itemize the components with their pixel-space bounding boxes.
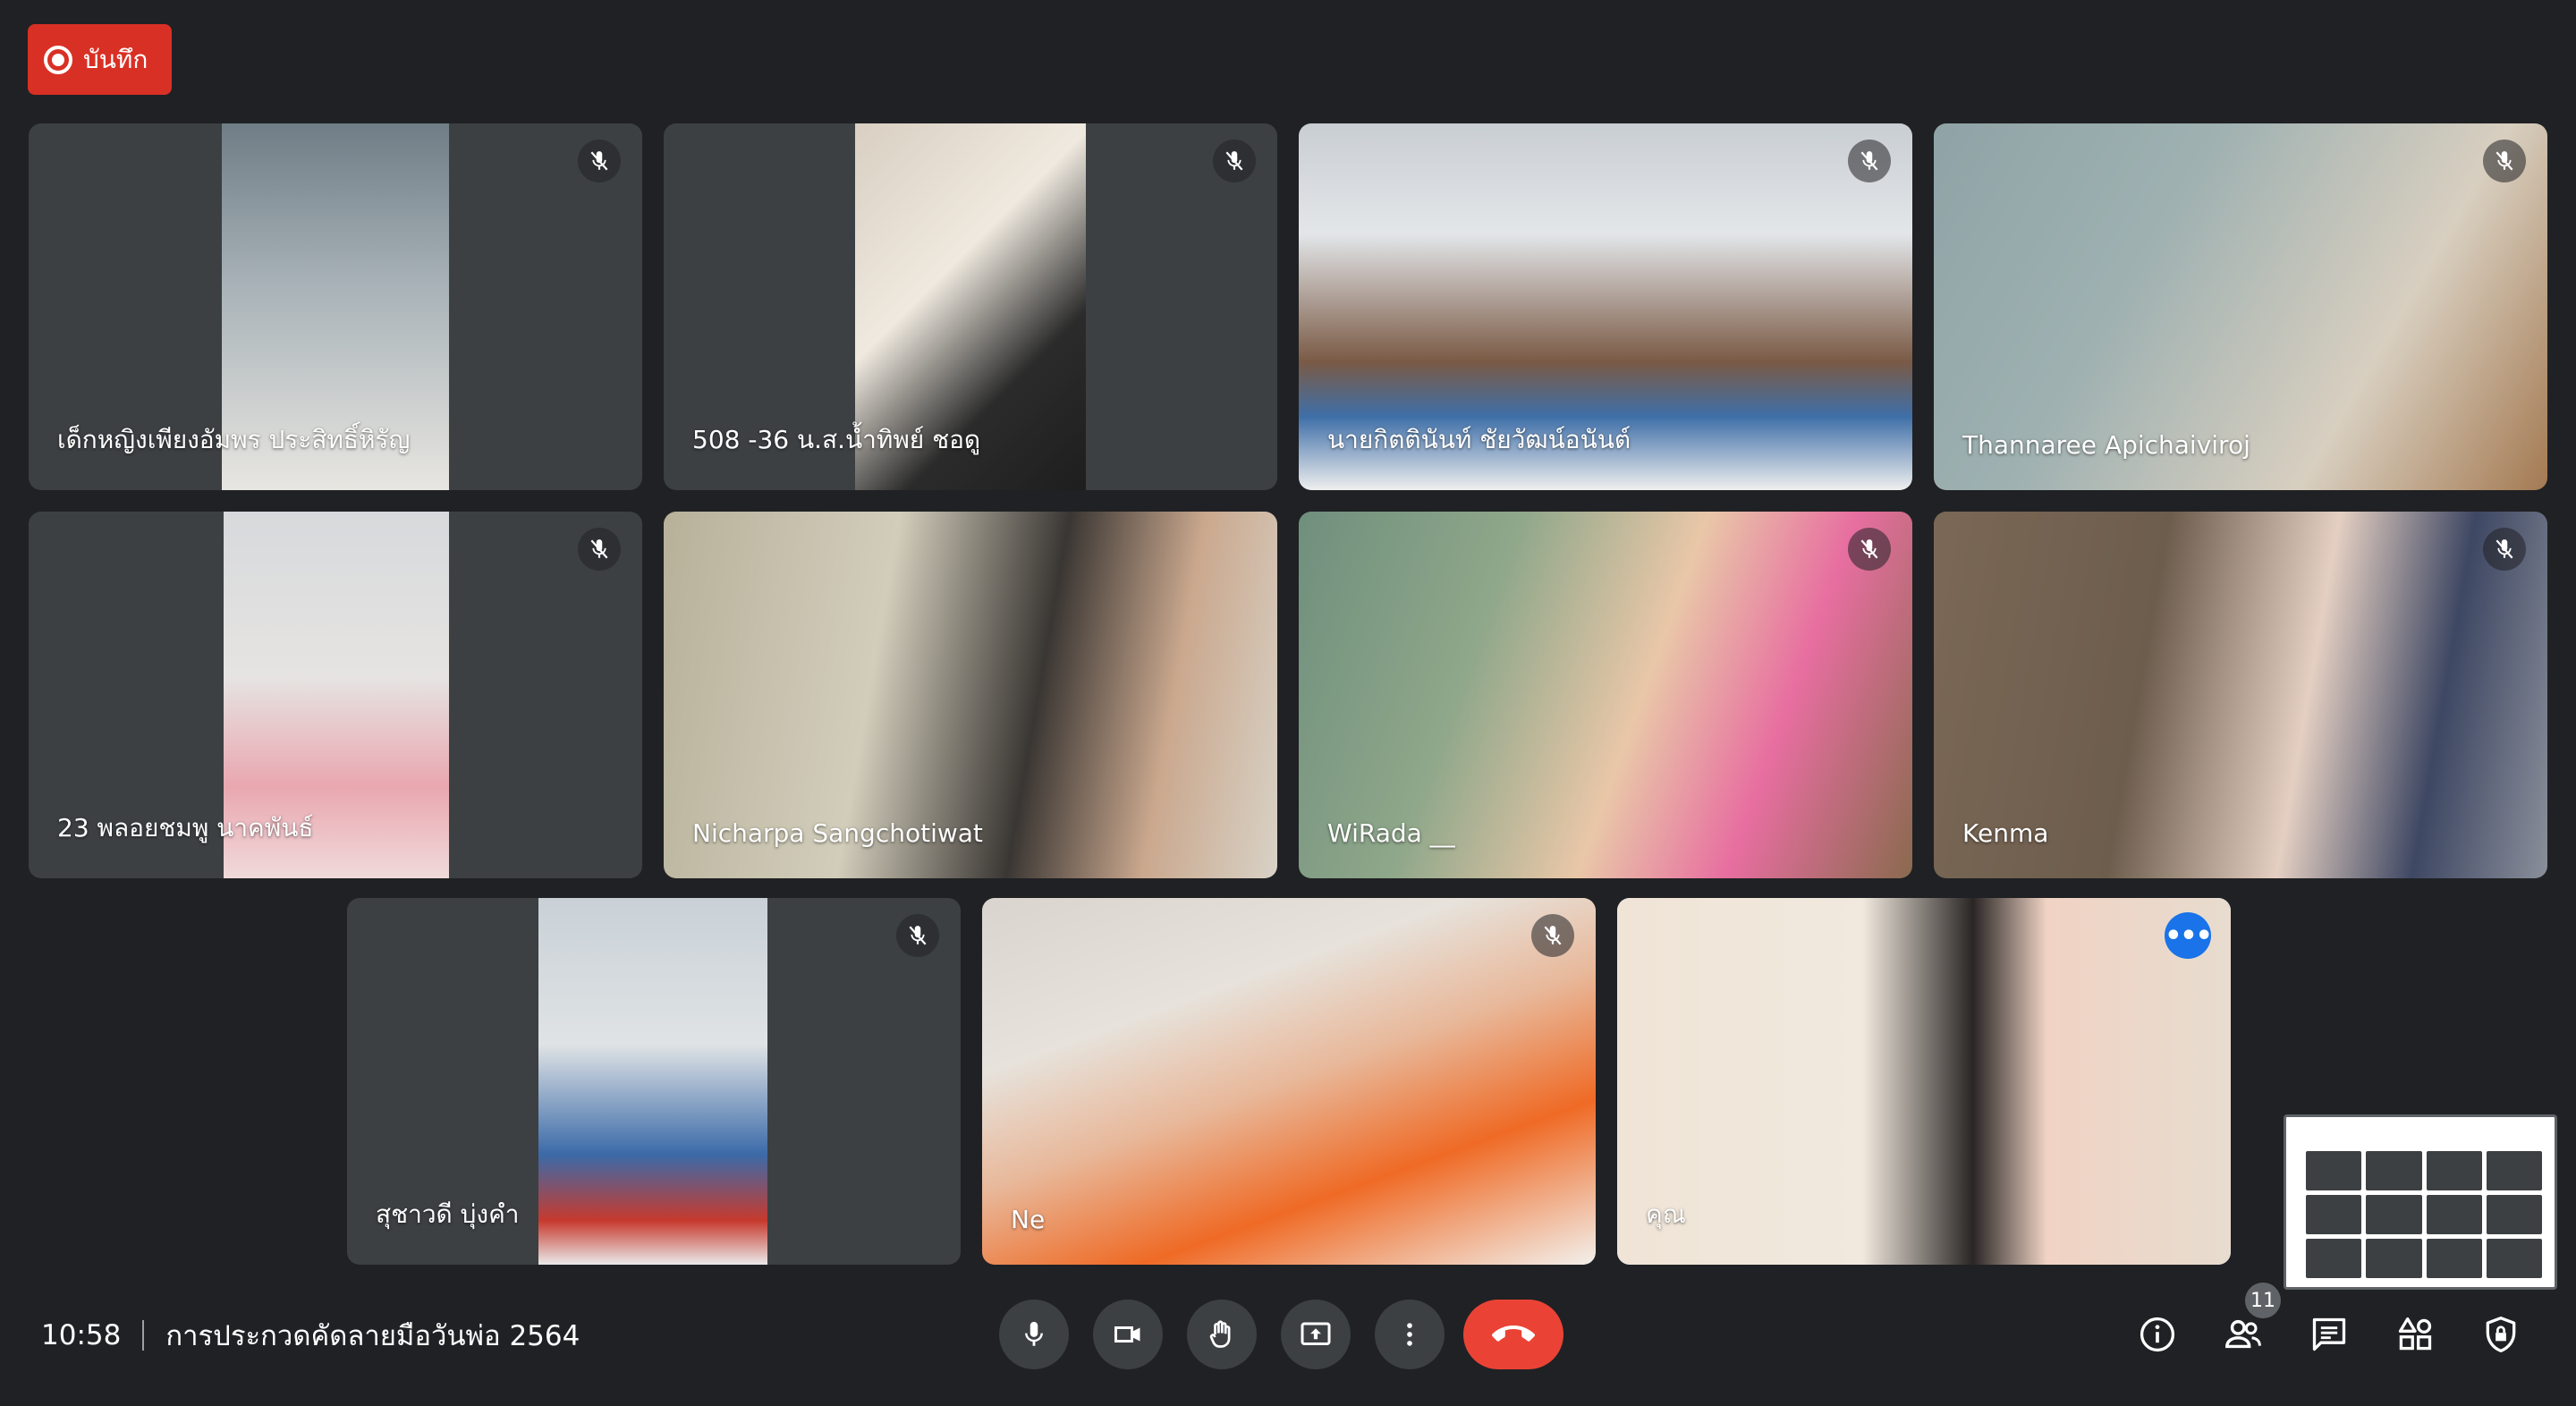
chat-button[interactable]	[2305, 1310, 2353, 1359]
mic-off-icon	[578, 140, 621, 182]
mic-off-icon	[896, 914, 939, 957]
activities-icon	[2398, 1317, 2432, 1351]
mic-off-icon	[1848, 528, 1891, 571]
info-icon	[2140, 1317, 2175, 1352]
participant-tile[interactable]: Nicharpa Sangchotiwat	[664, 512, 1277, 878]
participant-name: สุชาวดี บุ่งคำ	[376, 1199, 520, 1229]
more-options-icon[interactable]: •••	[2165, 912, 2213, 959]
participant-tile[interactable]: Kenma	[1934, 512, 2547, 878]
participant-name: Nicharpa Sangchotiwat	[692, 818, 983, 848]
participant-tile[interactable]: WiRada __	[1299, 512, 1912, 878]
mic-off-icon	[578, 528, 621, 571]
participant-video	[1617, 898, 2231, 1265]
shield-lock-icon	[2486, 1317, 2516, 1352]
participant-tile[interactable]: เด็กหญิงเพียงอัมพร ประสิทธิ์หิรัญ	[29, 123, 642, 490]
participant-name: Ne	[1011, 1205, 1046, 1234]
mic-off-icon	[1213, 140, 1256, 182]
participant-tile[interactable]: นายกิตตินันท์ ชัยวัฒน์อนันต์	[1299, 123, 1912, 490]
participant-name: Kenma	[1962, 818, 2049, 848]
meeting-info: 10:58 การประกวดคัดลายมือวันพ่อ 2564	[41, 1313, 580, 1358]
recording-indicator[interactable]: บันทึก	[28, 24, 172, 95]
self-tile[interactable]: ••• คุณ	[1617, 898, 2231, 1265]
participant-tile[interactable]: 23 พลอยชมพู นาคพันธ์	[29, 512, 642, 878]
chat-icon	[2312, 1317, 2346, 1351]
participant-tile[interactable]: 508 -36 น.ส.น้ำทิพย์ ชอดู	[664, 123, 1277, 490]
participant-name: นายกิตตินันท์ ชัยวัฒน์อนันต์	[1327, 425, 1631, 454]
participant-name: เด็กหญิงเพียงอัมพร ประสิทธิ์หิรัญ	[57, 425, 411, 454]
self-view-thumbnail[interactable]	[2284, 1114, 2557, 1290]
leave-call-button[interactable]	[1463, 1300, 1563, 1369]
mic-off-icon	[1531, 914, 1574, 957]
raise-hand-button[interactable]	[1187, 1300, 1257, 1369]
participant-video	[538, 898, 767, 1265]
microphone-icon	[1025, 1321, 1043, 1346]
participant-name: Thannaree Apichaiviroj	[1962, 430, 2250, 460]
camera-button[interactable]	[1093, 1300, 1163, 1369]
microphone-button[interactable]	[999, 1300, 1069, 1369]
participant-name: 508 -36 น.ส.น้ำทิพย์ ชอดู	[692, 425, 981, 454]
participant-count-badge: 11	[2245, 1283, 2281, 1318]
people-icon	[2225, 1319, 2261, 1349]
participant-name: 23 พลอยชมพู นาคพันธ์	[57, 813, 314, 843]
participant-tile[interactable]: Ne	[982, 898, 1596, 1265]
hand-icon	[1209, 1320, 1231, 1348]
meeting-details-button[interactable]	[2133, 1310, 2182, 1359]
participant-name: คุณ	[1646, 1199, 1686, 1229]
mic-off-icon	[2483, 528, 2526, 571]
camera-icon	[1114, 1326, 1140, 1342]
participant-tile[interactable]: Thannaree Apichaiviroj	[1934, 123, 2547, 490]
recording-label: บันทึก	[83, 44, 148, 74]
thumbnail-grid	[2306, 1151, 2542, 1278]
present-screen-icon	[1301, 1322, 1331, 1345]
divider	[142, 1320, 145, 1351]
mic-off-icon	[1848, 140, 1891, 182]
activities-button[interactable]	[2391, 1310, 2439, 1359]
participant-video	[982, 898, 1596, 1265]
more-vert-icon	[1407, 1323, 1412, 1346]
host-controls-button[interactable]	[2477, 1310, 2525, 1359]
meeting-title: การประกวดคัดลายมือวันพ่อ 2564	[165, 1320, 580, 1352]
end-call-icon	[1492, 1326, 1535, 1342]
present-button[interactable]	[1281, 1300, 1351, 1369]
mic-off-icon	[2483, 140, 2526, 182]
participant-tile[interactable]: สุชาวดี บุ่งคำ	[347, 898, 961, 1265]
participant-name: WiRada __	[1327, 818, 1455, 848]
meeting-time: 10:58	[41, 1319, 122, 1351]
more-options-button[interactable]	[1375, 1300, 1445, 1369]
record-icon	[44, 45, 72, 74]
